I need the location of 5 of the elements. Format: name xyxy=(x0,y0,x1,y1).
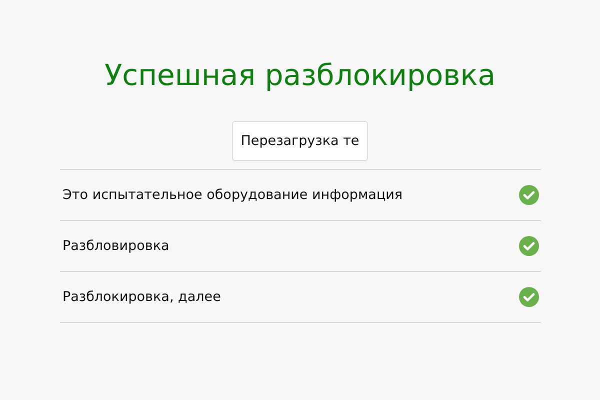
step-label: Это испытательное оборудование информация xyxy=(62,187,403,203)
page-title: Успешная разблокировка xyxy=(104,57,496,94)
step-label: Разбловировка xyxy=(62,238,170,254)
restart-button[interactable]: Перезагрузка те xyxy=(232,121,368,161)
step-label: Разблокировка, далее xyxy=(62,289,221,305)
